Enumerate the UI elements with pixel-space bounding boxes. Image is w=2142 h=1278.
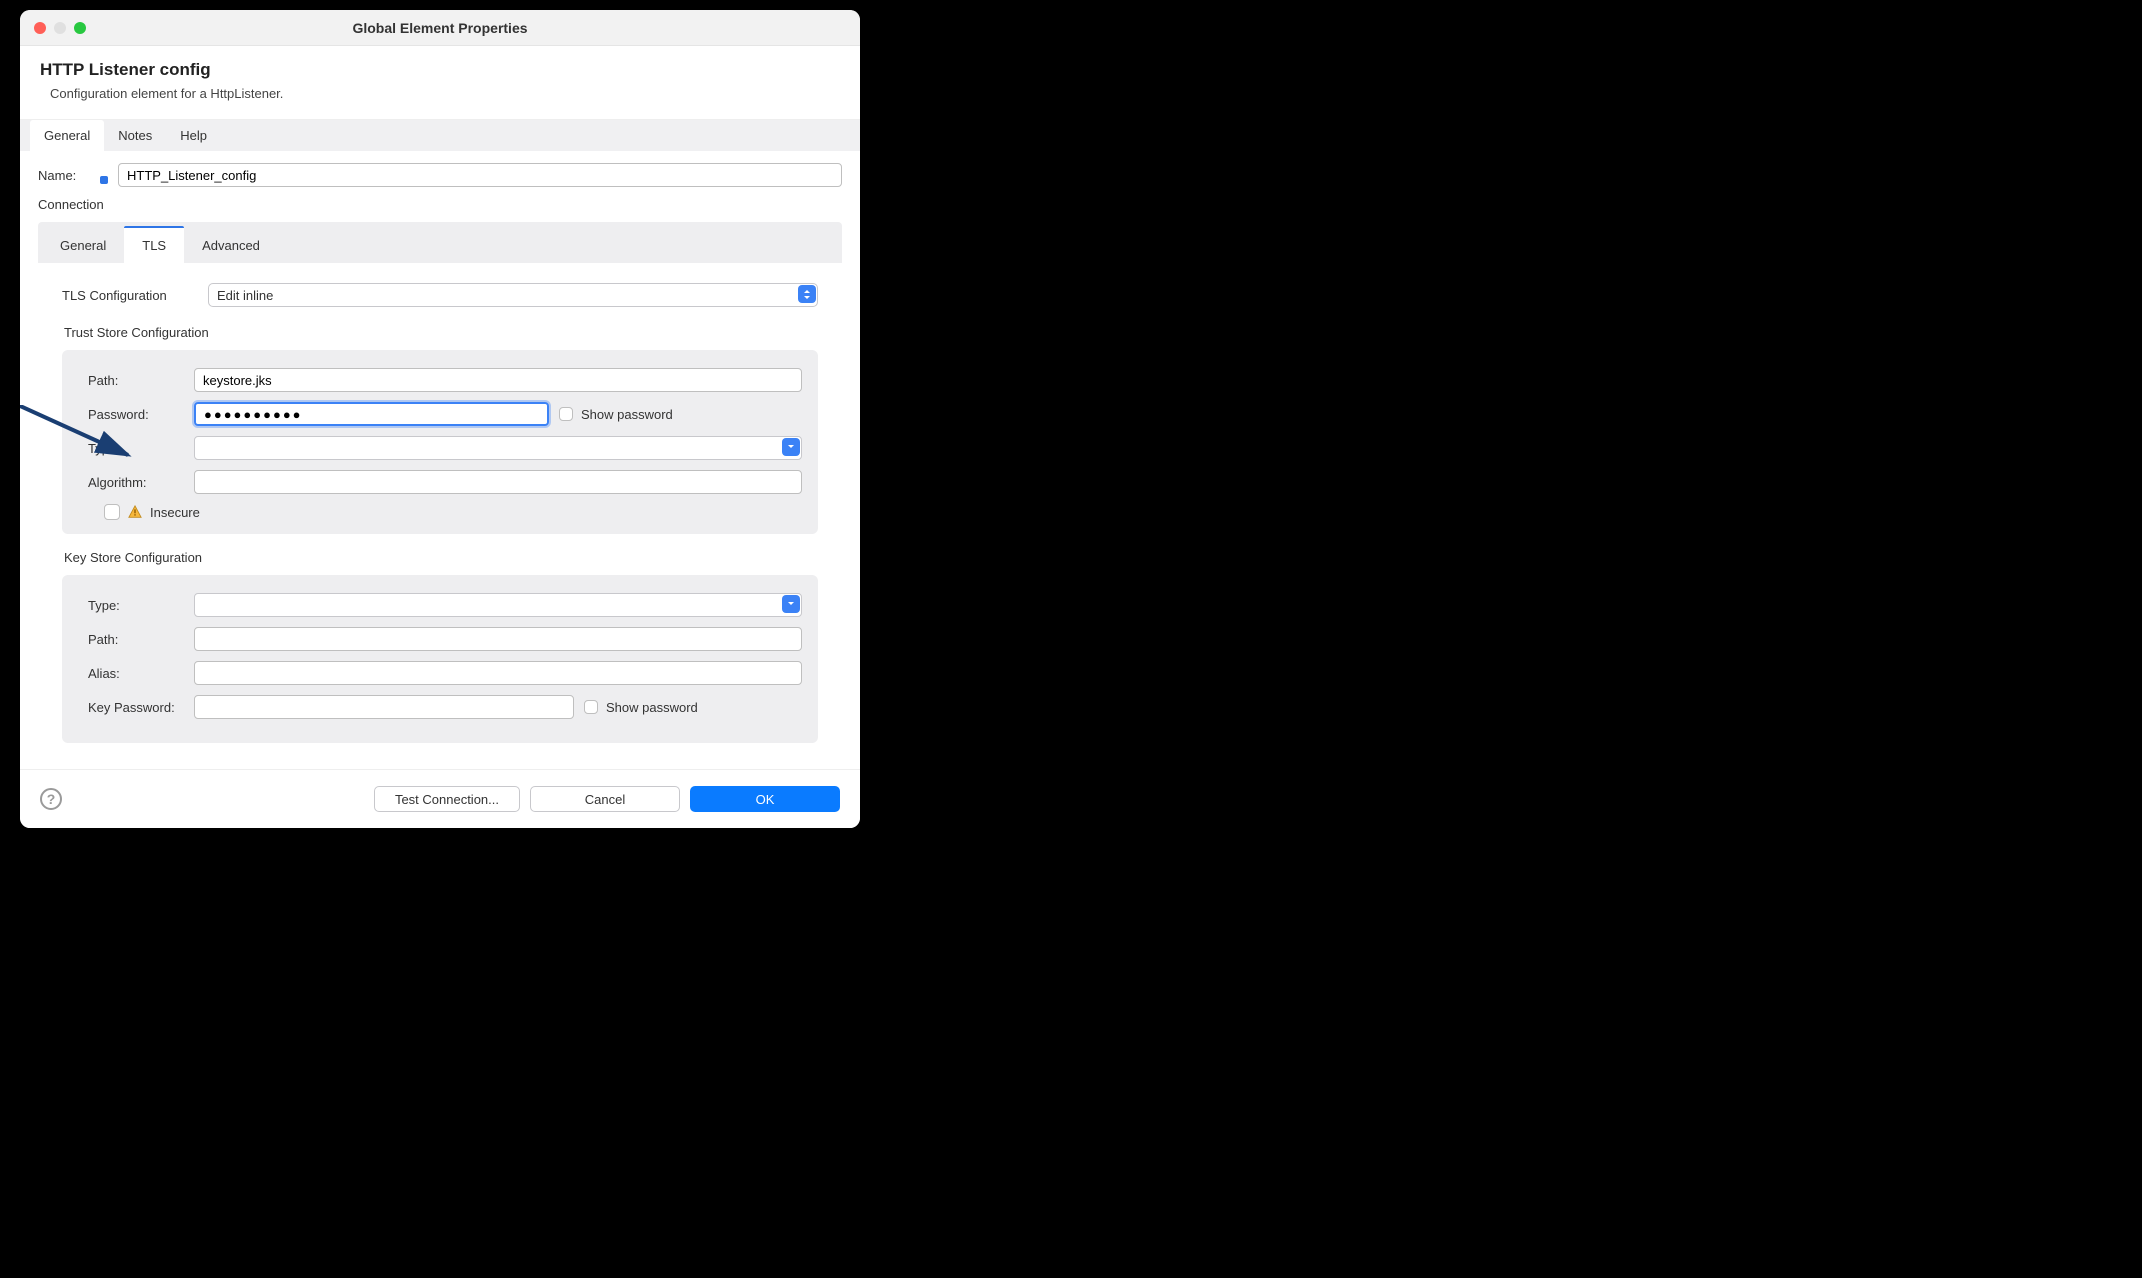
trust-password-input[interactable]: [194, 402, 549, 426]
trust-store-title: Trust Store Configuration: [64, 325, 818, 340]
tls-config-select-wrap: Edit inline: [208, 283, 818, 307]
dropdown-icon[interactable]: [782, 438, 800, 456]
dropdown-icon[interactable]: [798, 285, 816, 303]
trust-password-label: Password:: [88, 407, 184, 422]
key-type-select-wrap: [194, 593, 802, 617]
conn-tab-advanced[interactable]: Advanced: [184, 226, 278, 263]
footer: ? Test Connection... Cancel OK: [20, 769, 860, 828]
main-tabs: General Notes Help: [20, 120, 860, 151]
tls-config-label: TLS Configuration: [62, 288, 192, 303]
dialog-title: HTTP Listener config: [40, 60, 840, 80]
trust-algorithm-label: Algorithm:: [88, 475, 184, 490]
show-key-password-row: Show password: [584, 700, 698, 715]
window-close-button[interactable]: [34, 22, 46, 34]
trust-algorithm-input[interactable]: [194, 470, 802, 494]
test-connection-button[interactable]: Test Connection...: [374, 786, 520, 812]
dialog-header: HTTP Listener config Configuration eleme…: [20, 46, 860, 120]
tab-notes[interactable]: Notes: [104, 120, 166, 151]
connection-body: TLS Configuration Edit inline Trust Stor…: [38, 263, 842, 769]
key-password-row: Key Password: Show password: [78, 695, 802, 719]
trust-type-row: Type:: [78, 436, 802, 460]
conn-tab-general[interactable]: General: [42, 226, 124, 263]
show-password-checkbox[interactable]: [559, 407, 573, 421]
key-store-group: Type: Path: Alias:: [62, 575, 818, 743]
key-store-title: Key Store Configuration: [64, 550, 818, 565]
cancel-button[interactable]: Cancel: [530, 786, 680, 812]
tls-config-select[interactable]: Edit inline: [208, 283, 818, 307]
trust-path-input[interactable]: [194, 368, 802, 392]
show-key-password-label: Show password: [606, 700, 698, 715]
key-type-label: Type:: [88, 598, 184, 613]
window-maximize-button[interactable]: [74, 22, 86, 34]
show-password-row: Show password: [559, 407, 673, 422]
trust-password-row: Password: Show password: [78, 402, 802, 426]
footer-left: ?: [40, 788, 62, 810]
traffic-lights: [20, 22, 86, 34]
key-alias-label: Alias:: [88, 666, 184, 681]
key-type-select[interactable]: [194, 593, 802, 617]
key-alias-row: Alias:: [78, 661, 802, 685]
name-row: Name:: [38, 163, 842, 187]
trust-path-row: Path:: [78, 368, 802, 392]
titlebar: Global Element Properties: [20, 10, 860, 46]
show-key-password-checkbox[interactable]: [584, 700, 598, 714]
trust-type-label: Type:: [88, 441, 184, 456]
global-element-properties-window: Global Element Properties HTTP Listener …: [20, 10, 860, 828]
key-password-input[interactable]: [194, 695, 574, 719]
trust-path-label: Path:: [88, 373, 184, 388]
key-alias-input[interactable]: [194, 661, 802, 685]
window-title: Global Element Properties: [20, 20, 860, 36]
key-password-label: Key Password:: [88, 700, 184, 715]
name-input[interactable]: [118, 163, 842, 187]
warning-icon: [128, 505, 142, 519]
show-password-label: Show password: [581, 407, 673, 422]
key-type-row: Type:: [78, 593, 802, 617]
trust-type-select[interactable]: [194, 436, 802, 460]
insecure-row: Insecure: [78, 504, 802, 520]
help-icon[interactable]: ?: [40, 788, 62, 810]
connection-label: Connection: [38, 197, 842, 212]
main-body: Name: Connection General TLS Advanced TL…: [20, 151, 860, 769]
connection-box: General TLS Advanced TLS Configuration E…: [38, 222, 842, 769]
dialog-subtitle: Configuration element for a HttpListener…: [40, 86, 840, 101]
key-path-row: Path:: [78, 627, 802, 651]
ok-button[interactable]: OK: [690, 786, 840, 812]
tls-config-select-value: Edit inline: [217, 288, 273, 303]
trust-algorithm-row: Algorithm:: [78, 470, 802, 494]
insecure-label: Insecure: [150, 505, 200, 520]
window-minimize-button[interactable]: [54, 22, 66, 34]
connection-tabs: General TLS Advanced: [38, 222, 842, 263]
trust-type-select-wrap: [194, 436, 802, 460]
tab-general[interactable]: General: [30, 120, 104, 151]
name-label: Name:: [38, 168, 110, 183]
tab-help[interactable]: Help: [166, 120, 221, 151]
key-path-label: Path:: [88, 632, 184, 647]
key-path-input[interactable]: [194, 627, 802, 651]
info-icon: [100, 176, 108, 184]
dropdown-icon[interactable]: [782, 595, 800, 613]
tls-config-row: TLS Configuration Edit inline: [62, 283, 818, 307]
insecure-checkbox[interactable]: [104, 504, 120, 520]
conn-tab-tls[interactable]: TLS: [124, 226, 184, 263]
trust-store-group: Path: Password: Show password Type:: [62, 350, 818, 534]
